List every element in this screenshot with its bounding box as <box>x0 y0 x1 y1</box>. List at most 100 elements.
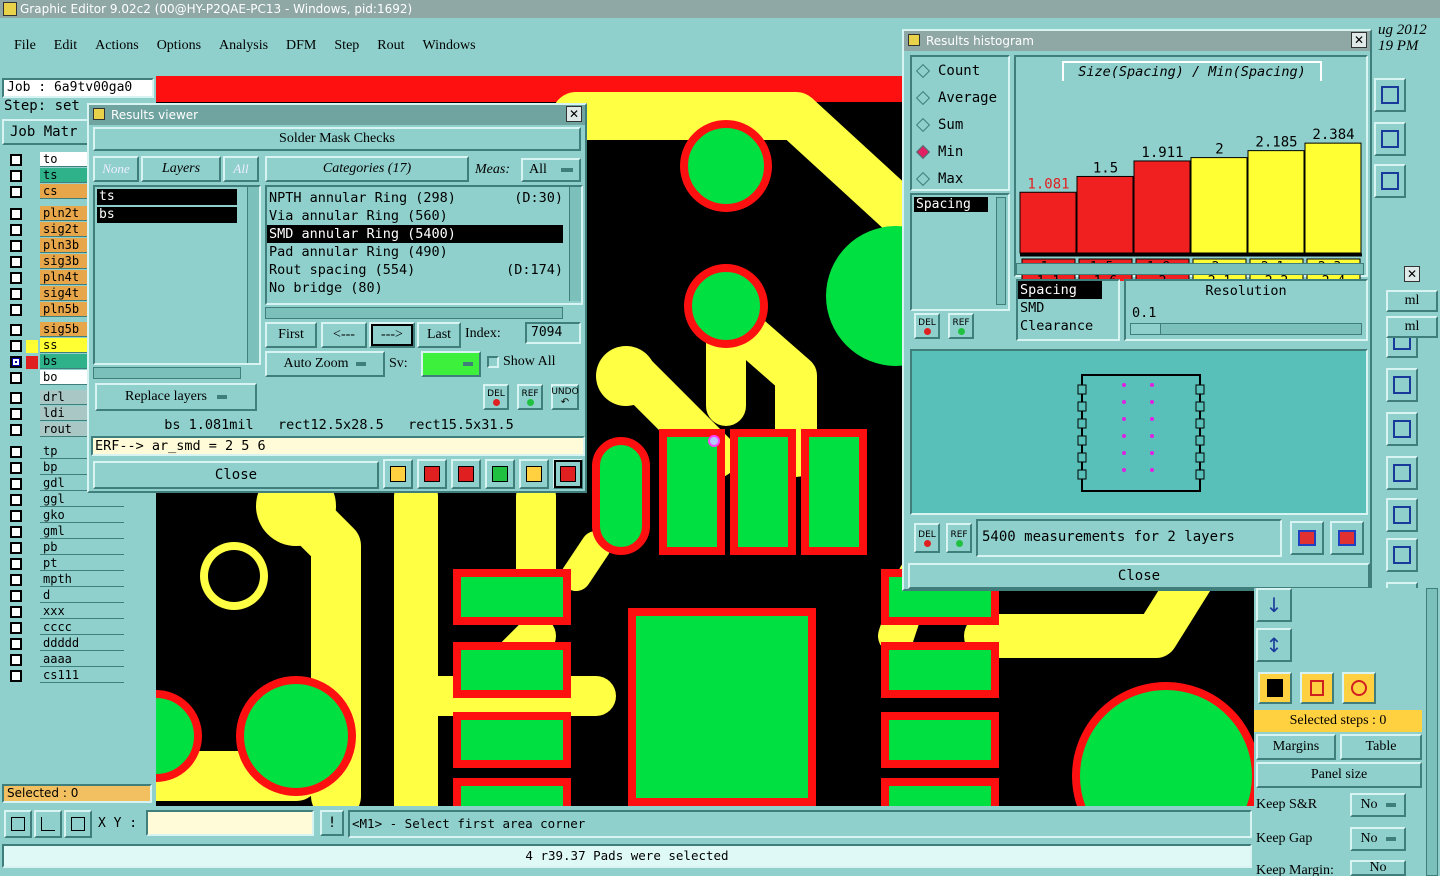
xy-input[interactable] <box>146 810 314 836</box>
prev-button[interactable]: <--- <box>321 322 367 348</box>
sv-color-dropdown[interactable] <box>421 351 481 377</box>
menu-item-windows[interactable]: Windows <box>423 38 476 54</box>
layer-toggle-bp[interactable] <box>10 462 22 474</box>
histogram-bar[interactable] <box>1076 175 1134 254</box>
layer-toggle-pln5b[interactable] <box>10 304 22 316</box>
keep-sr-dropdown[interactable]: No <box>1350 793 1406 817</box>
number-button[interactable] <box>485 459 515 489</box>
ml-button[interactable]: ml <box>1386 290 1438 312</box>
layer-toggle-ts[interactable] <box>10 170 22 182</box>
keep-margin-dropdown[interactable]: No <box>1350 860 1406 876</box>
last-button[interactable]: Last <box>417 322 461 348</box>
stat-radio-min[interactable]: Min <box>915 144 963 160</box>
category-item[interactable]: Via annular Ring (560) <box>267 207 563 225</box>
menu-item-edit[interactable]: Edit <box>54 38 77 54</box>
histogram-bar[interactable] <box>1133 160 1191 254</box>
close-icon[interactable]: ✕ <box>1404 266 1420 282</box>
align-arrow-button[interactable]: ↓ <box>1256 588 1292 622</box>
align-arrow-button[interactable]: ↕ <box>1256 628 1292 662</box>
layer-toggle-sig4t[interactable] <box>10 288 22 300</box>
zoom-tool-button[interactable] <box>4 810 32 838</box>
report-icon-button-2[interactable] <box>1330 521 1364 555</box>
layers-button[interactable]: Layers <box>141 156 221 182</box>
layer-toggle-rout[interactable] <box>10 424 22 436</box>
category-item[interactable]: No bridge (80) <box>267 279 563 297</box>
layer-toggle-ldi[interactable] <box>10 408 22 420</box>
layer-toggle-ss[interactable] <box>10 340 22 352</box>
layer-name-aaaa[interactable]: aaaa <box>40 652 124 667</box>
histogram-ref-button[interactable]: REF <box>946 523 972 553</box>
layer-toggle-pt[interactable] <box>10 558 22 570</box>
tool-button-7[interactable] <box>1386 368 1418 402</box>
type-item-smd[interactable]: SMD <box>1018 299 1102 317</box>
tool-button-9[interactable] <box>1386 456 1418 490</box>
measure-scrollbar[interactable] <box>996 197 1006 305</box>
stat-radio-average[interactable]: Average <box>915 90 997 106</box>
menu-item-analysis[interactable]: Analysis <box>219 38 268 54</box>
menu-item-rout[interactable]: Rout <box>377 38 404 54</box>
layers-all-button[interactable]: All <box>223 156 259 182</box>
replace-layers-dropdown[interactable]: Replace layers <box>95 383 257 411</box>
tool-button-1[interactable] <box>1374 122 1406 156</box>
layer-toggle-cs111[interactable] <box>10 670 22 682</box>
layer-toggle-ddddd[interactable] <box>10 638 22 650</box>
ref-button[interactable]: REF <box>517 384 543 410</box>
menu-item-dfm[interactable]: DFM <box>286 38 316 54</box>
keep-gap-dropdown[interactable]: No <box>1350 827 1406 851</box>
layer-toggle-bo[interactable] <box>10 372 22 384</box>
show-all-checkbox[interactable]: Show All <box>487 354 556 370</box>
table-button[interactable]: Table <box>1340 734 1422 760</box>
ml-button[interactable]: ml <box>1386 316 1438 338</box>
tool-button-8[interactable] <box>1386 412 1418 446</box>
layer-name-xxx[interactable]: xxx <box>40 604 124 619</box>
type-item-spacing[interactable]: Spacing <box>1018 281 1102 299</box>
layer-name-cs111[interactable]: cs111 <box>40 668 124 683</box>
category-item[interactable]: NPTH annular Ring (298) (D:30) <box>267 189 563 207</box>
layer-toggle-d[interactable] <box>10 590 22 602</box>
histogram-del-top-button[interactable]: DEL <box>914 313 940 339</box>
category-item[interactable]: Rout spacing (554) (D:174) <box>267 261 563 279</box>
histogram-bar[interactable] <box>1304 142 1362 254</box>
info-button[interactable]: ! <box>320 810 344 836</box>
first-button[interactable]: First <box>265 322 317 348</box>
job-matrix-button[interactable]: Job Matr <box>2 119 92 145</box>
index-input[interactable]: 7094 <box>525 322 581 344</box>
tool-button-2[interactable] <box>1374 164 1406 198</box>
close-icon[interactable]: ✕ <box>566 106 582 122</box>
layer-toggle-ggl[interactable] <box>10 494 22 506</box>
layer-toggle-pln2t[interactable] <box>10 208 22 220</box>
layer-name-pt[interactable]: pt <box>40 556 124 571</box>
histogram-close-button[interactable]: Close <box>908 563 1370 589</box>
layer-toggle-xxx[interactable] <box>10 606 22 618</box>
layer-toggle-pln4t[interactable] <box>10 272 22 284</box>
layer-name-ggl[interactable]: ggl <box>40 492 124 507</box>
tool-button-11[interactable] <box>1386 538 1418 572</box>
panel-size-button[interactable]: Panel size <box>1256 762 1422 788</box>
histogram-button[interactable] <box>553 459 583 489</box>
categories-button[interactable]: Categories (17) <box>265 156 469 182</box>
report-icon-button-1[interactable] <box>1290 521 1324 555</box>
stat-radio-max[interactable]: Max <box>915 171 963 187</box>
type-list[interactable]: Spacing SMD Clearance <box>1016 279 1120 341</box>
grid-tool-button[interactable] <box>64 810 92 838</box>
category-list[interactable]: NPTH annular Ring (298) (D:30) Via annular… <box>265 185 583 305</box>
layer-toggle-sig5b[interactable] <box>10 324 22 336</box>
layer-toggle-aaaa[interactable] <box>10 654 22 666</box>
layer-name-ddddd[interactable]: ddddd <box>40 636 124 651</box>
type-item-clearance[interactable]: Clearance <box>1018 317 1102 335</box>
layer-toggle-to[interactable] <box>10 154 22 166</box>
histogram-bar[interactable] <box>1019 191 1077 254</box>
next-button[interactable]: ---> <box>369 322 415 348</box>
category-item[interactable]: SMD annular Ring (5400) <box>267 225 563 243</box>
layer-name-gml[interactable]: gml <box>40 524 124 539</box>
category-hscroll[interactable] <box>265 307 563 319</box>
histogram-bar[interactable] <box>1190 157 1248 254</box>
layer-toggle-cs[interactable] <box>10 186 22 198</box>
menu-item-actions[interactable]: Actions <box>95 38 139 54</box>
stat-radio-sum[interactable]: Sum <box>915 117 963 133</box>
rv-layer-ts[interactable]: ts <box>97 189 237 205</box>
tool-button-0[interactable] <box>1374 78 1406 112</box>
layer-toggle-pb[interactable] <box>10 542 22 554</box>
layer-toggle-pln3b[interactable] <box>10 240 22 252</box>
pointer-tool-button[interactable] <box>1258 672 1292 704</box>
